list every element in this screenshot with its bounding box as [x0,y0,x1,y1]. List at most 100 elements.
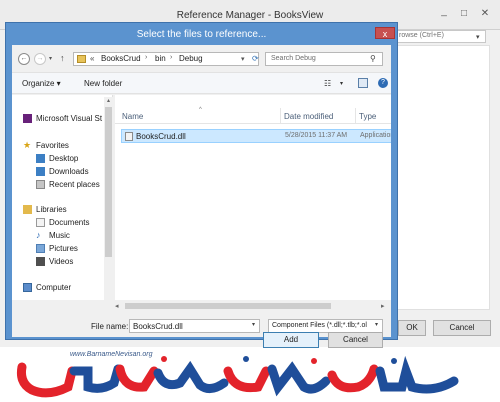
minimize-button[interactable]: _ [437,6,451,18]
nav-item-label: Downloads [49,167,89,176]
address-bar[interactable]: « BooksCrud › bin › Debug ▾ ⟳ [73,52,259,66]
breadcrumb-overflow[interactable]: « [90,54,94,63]
logo-dot [161,356,167,362]
dll-file-icon [125,132,133,141]
horizontal-scrollbar[interactable]: ◂ ▸ [115,301,391,311]
file-name-input[interactable]: BooksCrud.dll [129,319,260,333]
logo-dot [391,358,397,364]
maximize-button[interactable]: □ [457,8,471,20]
back-button[interactable]: ← [18,53,30,65]
reference-search-input[interactable]: rowse (Ctrl+E) [395,30,486,43]
file-name: BooksCrud.dll [136,132,186,141]
dialog-titlebar: Select the files to reference... x [6,23,397,47]
recent-locations-dropdown-icon[interactable]: ▾ [49,55,52,62]
add-button[interactable]: Add [263,332,319,348]
forward-button[interactable]: → [34,53,46,65]
libraries-icon [23,205,32,214]
search-icon[interactable]: ⚲ [370,54,376,63]
file-type: Application e [360,132,391,139]
new-folder-button[interactable]: New folder [84,79,122,88]
column-header-date-modified[interactable]: Date modified [284,112,333,121]
screenshot: Reference Manager - BooksView _ □ ✕ rows… [0,0,500,400]
search-dropdown-icon[interactable]: ▾ [476,33,480,41]
scrollbar-thumb[interactable] [105,107,112,257]
search-placeholder: Search Debug [271,55,316,62]
dialog-close-button[interactable]: x [375,27,395,39]
file-date-modified: 5/28/2015 11:37 AM [285,132,348,139]
logo-stroke [69,364,123,393]
dialog-title: Select the files to reference... [136,29,267,40]
up-arrow-icon[interactable]: ↑ [60,53,65,63]
breadcrumb-separator[interactable]: › [145,54,147,61]
reference-manager-title: Reference Manager - BooksView [176,10,324,21]
sort-arrow-icon: ^ [199,107,202,113]
nav-pane-scrollbar[interactable]: ▴ [104,97,113,300]
barnamenevisan-logo: www.BarnameNevisan.org [14,347,492,400]
nav-item-label: Documents [49,218,90,227]
scroll-left-arrow-icon[interactable]: ◂ [115,302,119,310]
chevron-down-icon[interactable]: ▾ [252,321,255,328]
view-dropdown-icon[interactable]: ▾ [340,80,343,87]
reference-details-panel [395,45,490,310]
toolbar: Organize ▾ New folder ☷ ▾ ? [12,72,391,94]
file-list: Name ^ Date modified Type BooksCrud.dll … [115,95,391,300]
select-files-dialog: Select the files to reference... x ← → ▾… [5,22,398,348]
logo-stroke [223,366,271,393]
column-divider[interactable] [355,108,356,124]
file-type-select[interactable]: Component Files (*.dll;*.tlb;*.ol [268,319,383,333]
visual-studio-icon [23,114,32,123]
scrollbar-thumb[interactable] [125,303,331,309]
organize-button[interactable]: Organize ▾ [22,79,61,88]
videos-icon [36,257,45,266]
chevron-down-icon[interactable]: ▾ [375,321,378,328]
logo-stroke [153,360,229,393]
preview-pane-icon[interactable] [358,78,368,88]
help-icon[interactable]: ? [378,78,388,88]
file-row[interactable]: BooksCrud.dll 5/28/2015 11:37 AM Applica… [121,129,391,143]
nav-item-label: Pictures [49,244,78,253]
logo-dot [311,358,317,364]
column-header-name[interactable]: Name [122,112,143,121]
downloads-icon [36,167,45,176]
logo-stroke [375,355,459,394]
breadcrumb-separator[interactable]: › [170,54,172,61]
nav-item-label: Libraries [36,205,67,214]
ok-button[interactable]: OK [398,320,426,336]
star-icon: ★ [23,140,32,150]
nav-item-label: Computer [36,283,72,292]
nav-item-label: Music [49,231,70,240]
logo-stroke [17,362,77,398]
search-input[interactable]: Search Debug ⚲ [265,52,383,66]
close-button[interactable]: ✕ [478,8,492,20]
cancel-button[interactable]: Cancel [328,332,383,348]
folder-icon [77,55,86,63]
breadcrumb-item[interactable]: Debug [179,54,203,63]
dialog-content: ← → ▾ ↑ « BooksCrud › bin › Debug ▾ ⟳ Se… [12,45,391,337]
column-header-type[interactable]: Type [359,112,376,121]
refresh-icon[interactable]: ⟳ [252,54,259,63]
scroll-right-arrow-icon[interactable]: ▸ [381,302,385,310]
chevron-down-icon[interactable]: ▾ [241,55,245,63]
nav-item-label: Desktop [49,154,79,163]
recent-places-icon [36,180,45,189]
logo-url: www.BarnameNevisan.org [70,351,153,358]
logo-stroke [327,364,379,393]
documents-icon [36,218,45,227]
scroll-up-arrow-icon[interactable]: ▴ [104,97,113,106]
music-icon: ♪ [36,230,41,240]
column-divider[interactable] [280,108,281,124]
file-list-header: Name ^ Date modified Type [115,107,391,124]
nav-item-label: Recent places [49,180,100,189]
breadcrumb-item[interactable]: BooksCrud [101,54,141,63]
nav-item-label: Videos [49,257,74,266]
logo-stroke [267,361,331,397]
computer-icon [23,283,32,292]
change-view-icon[interactable]: ☷ [324,79,331,88]
nav-item-label: Favorites [36,141,69,150]
nav-item-label: Microsoft Visual St [36,114,103,123]
logo-dot [243,356,249,362]
navigation-pane: Microsoft Visual St ★ Favorites Desktop D… [12,95,113,300]
outer-cancel-button[interactable]: Cancel [433,320,491,336]
desktop-icon [36,154,45,163]
breadcrumb-item[interactable]: bin [155,54,166,63]
